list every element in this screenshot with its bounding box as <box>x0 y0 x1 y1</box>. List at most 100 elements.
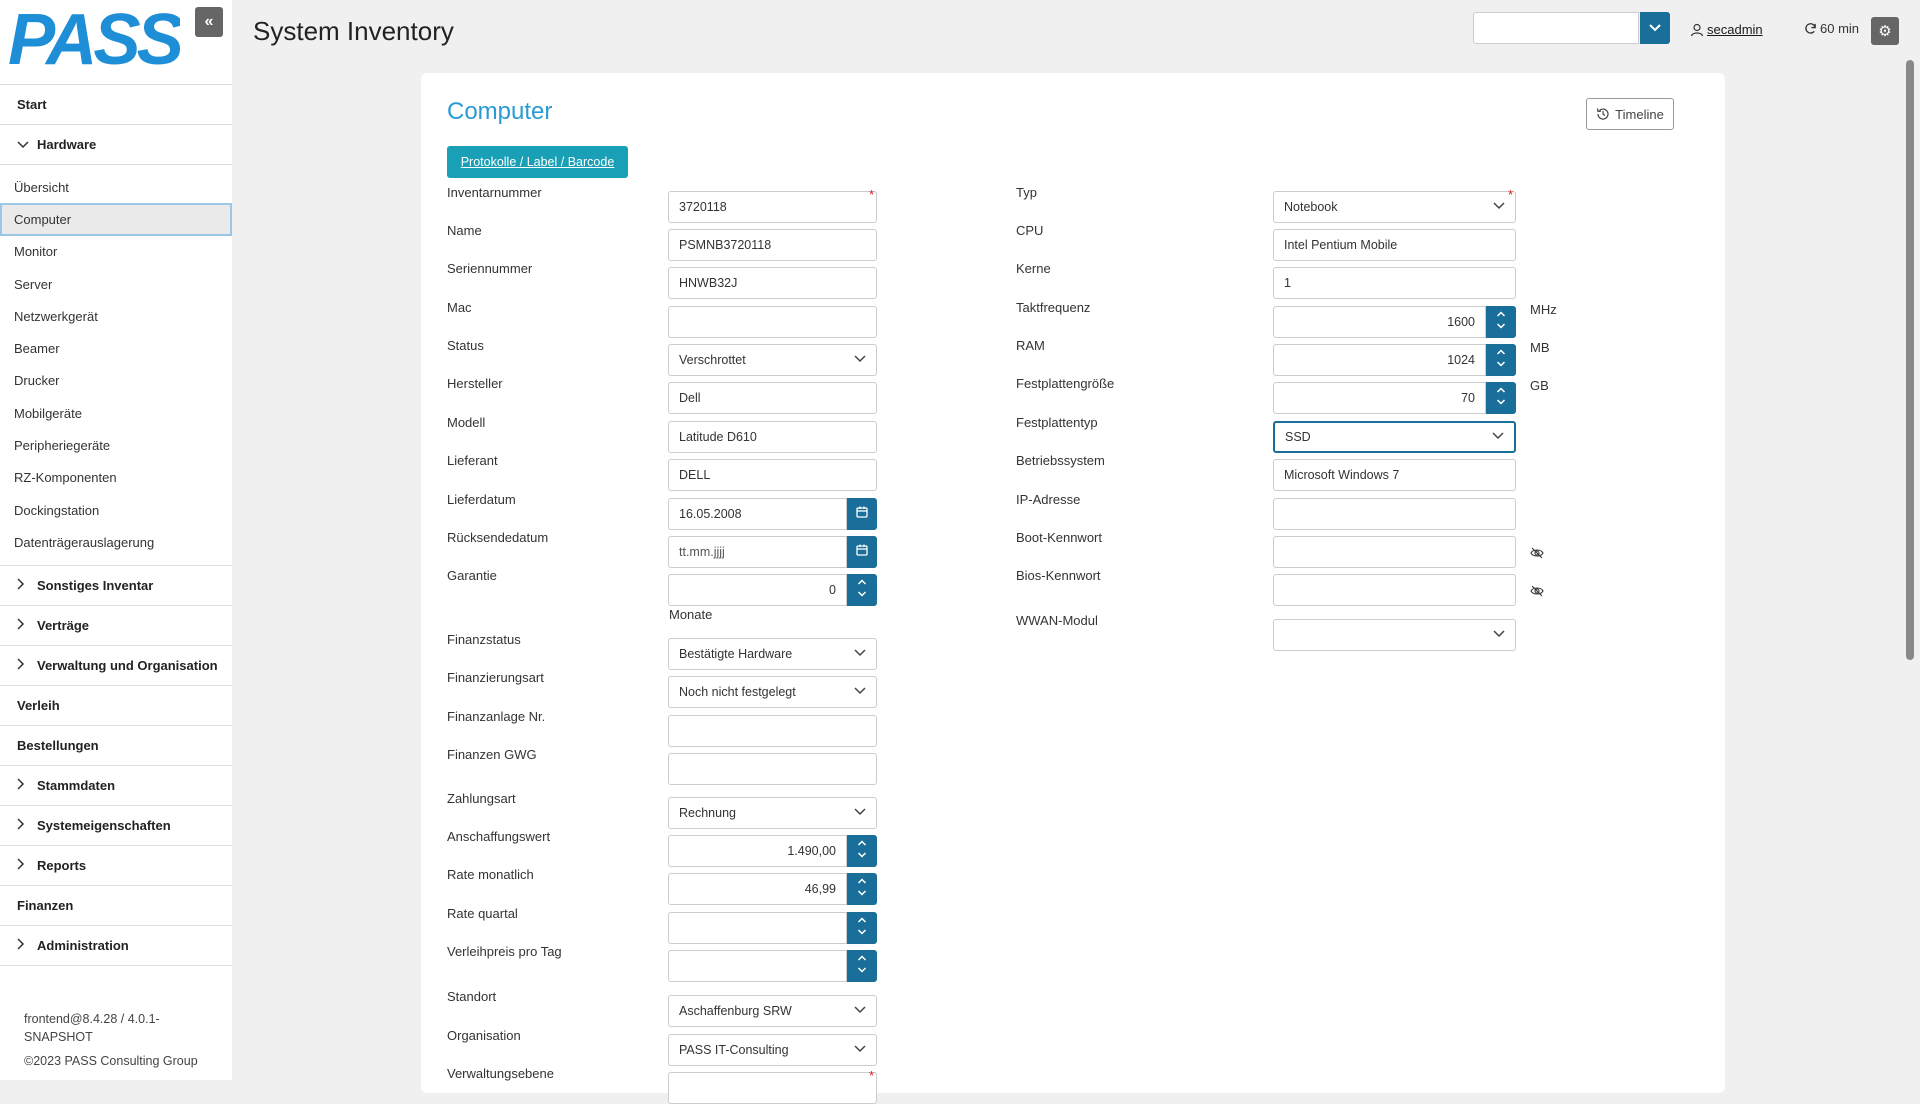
lieferdatum-input[interactable]: 16.05.2008 <box>668 498 847 530</box>
finanzen-gwg-input[interactable] <box>668 753 877 785</box>
ram-input[interactable]: 1024 <box>1273 344 1486 376</box>
sidebar-group-stammdaten[interactable]: Stammdaten <box>0 766 232 806</box>
sidebar: PASS « Start Hardware Übersicht Computer… <box>0 0 232 1080</box>
sidebar-item-server[interactable]: Server <box>0 268 232 300</box>
sidebar-group-verwaltung-und-organisation[interactable]: Verwaltung und Organisation <box>0 646 232 686</box>
garantie-label: Garantie <box>447 568 497 583</box>
sidebar-group-sonstiges-inventar[interactable]: Sonstiges Inventar <box>0 566 232 606</box>
ruecksendedatum-input[interactable]: tt.mm.jjjj <box>668 536 847 568</box>
boot-kennwort-input[interactable] <box>1273 536 1516 568</box>
verleihpreis-input[interactable] <box>668 950 847 982</box>
sidebar-item-monitor[interactable]: Monitor <box>0 236 232 268</box>
taktfrequenz-stepper[interactable] <box>1486 306 1516 338</box>
ram-stepper[interactable] <box>1486 344 1516 376</box>
session-timer[interactable]: 60 min <box>1804 21 1859 36</box>
festplattentyp-select[interactable]: SSD <box>1273 421 1516 453</box>
seriennummer-input[interactable]: HNWB32J <box>668 267 877 299</box>
sidebar-item-peripheriegeraete[interactable]: Peripheriegeräte <box>0 429 232 461</box>
sidebar-item-uebersicht[interactable]: Übersicht <box>0 171 232 203</box>
sidebar-group-systemeigenschaften[interactable]: Systemeigenschaften <box>0 806 232 846</box>
garantie-stepper[interactable] <box>847 574 877 606</box>
taktfrequenz-input[interactable]: 1600 <box>1273 306 1486 338</box>
sidebar-item-computer[interactable]: Computer <box>0 203 232 236</box>
status-select[interactable]: Verschrottet <box>668 344 877 376</box>
sidebar-item-dockingstation[interactable]: Dockingstation <box>0 494 232 526</box>
protokolle-button[interactable]: Protokolle / Label / Barcode <box>447 146 628 178</box>
verleihpreis-stepper[interactable] <box>847 950 877 982</box>
standort-select[interactable]: Aschaffenburg SRW <box>668 995 877 1027</box>
garantie-input[interactable]: 0 <box>668 574 847 606</box>
rate-quartal-stepper[interactable] <box>847 912 877 944</box>
status-label: Status <box>447 338 484 353</box>
refresh-icon <box>1805 23 1816 34</box>
eye-off-icon[interactable] <box>1530 584 1544 602</box>
eye-off-icon[interactable] <box>1530 546 1544 564</box>
organisation-select[interactable]: PASS IT-Consulting <box>668 1034 877 1066</box>
sidebar-item-drucker[interactable]: Drucker <box>0 365 232 397</box>
rate-quartal-input[interactable] <box>668 912 847 944</box>
collapse-icon: « <box>204 13 214 30</box>
finanzanlage-input[interactable] <box>668 715 877 747</box>
zahlungsart-value: Rechnung <box>679 806 736 820</box>
verwaltungsebene-input[interactable] <box>668 1072 877 1104</box>
wwan-modul-select[interactable] <box>1273 619 1516 651</box>
sidebar-item-rz-komponenten[interactable]: RZ-Komponenten <box>0 462 232 494</box>
scrollbar[interactable] <box>1906 60 1914 660</box>
sidebar-group-finanzen[interactable]: Finanzen <box>0 886 232 926</box>
betriebssystem-input[interactable]: Microsoft Windows 7 <box>1273 459 1516 491</box>
finanzierungsart-select[interactable]: Noch nicht festgelegt <box>668 676 877 708</box>
finanzstatus-label: Finanzstatus <box>447 632 521 647</box>
mac-input[interactable] <box>668 306 877 338</box>
ram-unit: MB <box>1530 340 1550 355</box>
sidebar-group-verträge[interactable]: Verträge <box>0 606 232 646</box>
sidebar-item-beamer[interactable]: Beamer <box>0 332 232 364</box>
sidebar-item-label: Start <box>17 97 47 112</box>
modell-value: Latitude D610 <box>679 430 757 444</box>
bios-kennwort-input[interactable] <box>1273 574 1516 606</box>
anschaffungswert-stepper[interactable] <box>847 835 877 867</box>
cpu-input[interactable]: Intel Pentium Mobile <box>1273 229 1516 261</box>
spinner-icon <box>857 839 867 863</box>
finanzierungsart-value: Noch nicht festgelegt <box>679 685 796 699</box>
sidebar-item-hardware[interactable]: Hardware <box>0 125 232 165</box>
svg-text:PASS: PASS <box>8 6 180 68</box>
collapse-sidebar-button[interactable]: « <box>195 7 223 37</box>
pass-logo[interactable]: PASS <box>8 0 188 80</box>
inventarnummer-input[interactable]: 3720118 <box>668 191 877 223</box>
header-select-dropdown-button[interactable] <box>1640 12 1670 44</box>
modell-input[interactable]: Latitude D610 <box>668 421 877 453</box>
sidebar-group-bestellungen[interactable]: Bestellungen <box>0 726 232 766</box>
user-icon <box>1690 23 1704 36</box>
mac-label: Mac <box>447 300 472 315</box>
rate-monatlich-stepper[interactable] <box>847 873 877 905</box>
ruecksendedatum-placeholder: tt.mm.jjjj <box>679 545 725 559</box>
sidebar-group-administration[interactable]: Administration <box>0 926 232 966</box>
festplattengroesse-unit: GB <box>1530 378 1549 393</box>
timeline-button[interactable]: Timeline <box>1586 98 1674 130</box>
sidebar-item-start[interactable]: Start <box>0 85 232 125</box>
hersteller-value: Dell <box>679 391 701 405</box>
settings-button[interactable]: ⚙ <box>1871 17 1899 45</box>
kerne-input[interactable]: 1 <box>1273 267 1516 299</box>
zahlungsart-select[interactable]: Rechnung <box>668 797 877 829</box>
sidebar-group-verleih[interactable]: Verleih <box>0 686 232 726</box>
user-link[interactable]: secadmin <box>1690 22 1763 37</box>
spinner-icon <box>857 877 867 901</box>
rate-monatlich-input[interactable]: 46,99 <box>668 873 847 905</box>
hersteller-input[interactable]: Dell <box>668 382 877 414</box>
lieferant-input[interactable]: DELL <box>668 459 877 491</box>
header-select[interactable] <box>1473 12 1639 44</box>
ruecksendedatum-calendar-button[interactable] <box>847 536 877 568</box>
festplattengroesse-stepper[interactable] <box>1486 382 1516 414</box>
typ-select[interactable]: Notebook <box>1273 191 1516 223</box>
sidebar-item-datentraegerauslagerung[interactable]: Datenträgerauslagerung <box>0 526 232 558</box>
festplattengroesse-input[interactable]: 70 <box>1273 382 1486 414</box>
sidebar-item-mobilgeraete[interactable]: Mobilgeräte <box>0 397 232 429</box>
sidebar-group-reports[interactable]: Reports <box>0 846 232 886</box>
name-input[interactable]: PSMNB3720118 <box>668 229 877 261</box>
lieferdatum-calendar-button[interactable] <box>847 498 877 530</box>
finanzstatus-select[interactable]: Bestätigte Hardware <box>668 638 877 670</box>
ip-adresse-input[interactable] <box>1273 498 1516 530</box>
sidebar-item-netzwerkgeraet[interactable]: Netzwerkgerät <box>0 300 232 332</box>
anschaffungswert-input[interactable]: 1.490,00 <box>668 835 847 867</box>
